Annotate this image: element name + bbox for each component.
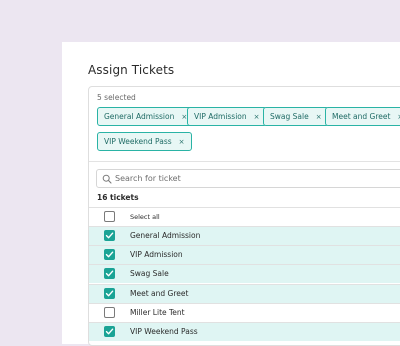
check-icon (105, 328, 114, 335)
remove-icon[interactable]: × (254, 113, 260, 121)
check-icon (105, 270, 114, 277)
ticket-checkbox[interactable] (104, 230, 115, 241)
ticket-label: VIP Weekend Pass (130, 327, 198, 336)
select-all-row[interactable]: Select all (89, 207, 400, 226)
ticket-count: 16 tickets (97, 193, 139, 202)
ticket-label: Meet and Greet (130, 289, 189, 298)
search-placeholder: Search for ticket (115, 174, 181, 183)
ticket-row[interactable]: Meet and Greet (89, 284, 400, 303)
remove-icon[interactable]: × (316, 113, 322, 121)
check-icon (105, 290, 114, 297)
ticket-checkbox[interactable] (104, 326, 115, 337)
chip-vip-admission[interactable]: VIP Admission × (187, 107, 267, 126)
remove-icon[interactable]: × (179, 138, 185, 146)
check-icon (105, 251, 114, 258)
ticket-checkbox[interactable] (104, 288, 115, 299)
search-icon (102, 174, 112, 184)
chip-general-admission[interactable]: General Admission × (97, 107, 195, 126)
ticket-checkbox[interactable] (104, 268, 115, 279)
ticket-checkbox[interactable] (104, 307, 115, 318)
ticket-row[interactable]: VIP Weekend Pass (89, 322, 400, 341)
section-divider (89, 161, 400, 162)
chip-label: VIP Admission (194, 112, 247, 121)
search-input[interactable]: Search for ticket (96, 169, 400, 188)
ticket-row[interactable]: General Admission (89, 226, 400, 245)
ticket-row[interactable]: VIP Admission (89, 245, 400, 264)
chip-label: Meet and Greet (332, 112, 391, 121)
chip-label: Swag Sale (270, 112, 309, 121)
ticket-label: Miller Lite Tent (130, 308, 185, 317)
ticket-row[interactable]: Miller Lite Tent (89, 303, 400, 322)
chip-meet-and-greet[interactable]: Meet and Greet × (325, 107, 400, 126)
ticket-label: VIP Admission (130, 250, 183, 259)
page-title: Assign Tickets (88, 63, 175, 77)
ticket-label: Swag Sale (130, 269, 169, 278)
select-all-checkbox[interactable] (104, 211, 115, 222)
select-all-label: Select all (130, 213, 160, 221)
check-icon (105, 232, 114, 239)
ticket-label: General Admission (130, 231, 201, 240)
chip-vip-weekend-pass[interactable]: VIP Weekend Pass × (97, 132, 192, 151)
ticket-checkbox[interactable] (104, 249, 115, 260)
ticket-row[interactable]: Swag Sale (89, 264, 400, 283)
chip-label: General Admission (104, 112, 175, 121)
chip-label: VIP Weekend Pass (104, 137, 172, 146)
chip-swag-sale[interactable]: Swag Sale × (263, 107, 329, 126)
selected-count: 5 selected (97, 93, 136, 102)
